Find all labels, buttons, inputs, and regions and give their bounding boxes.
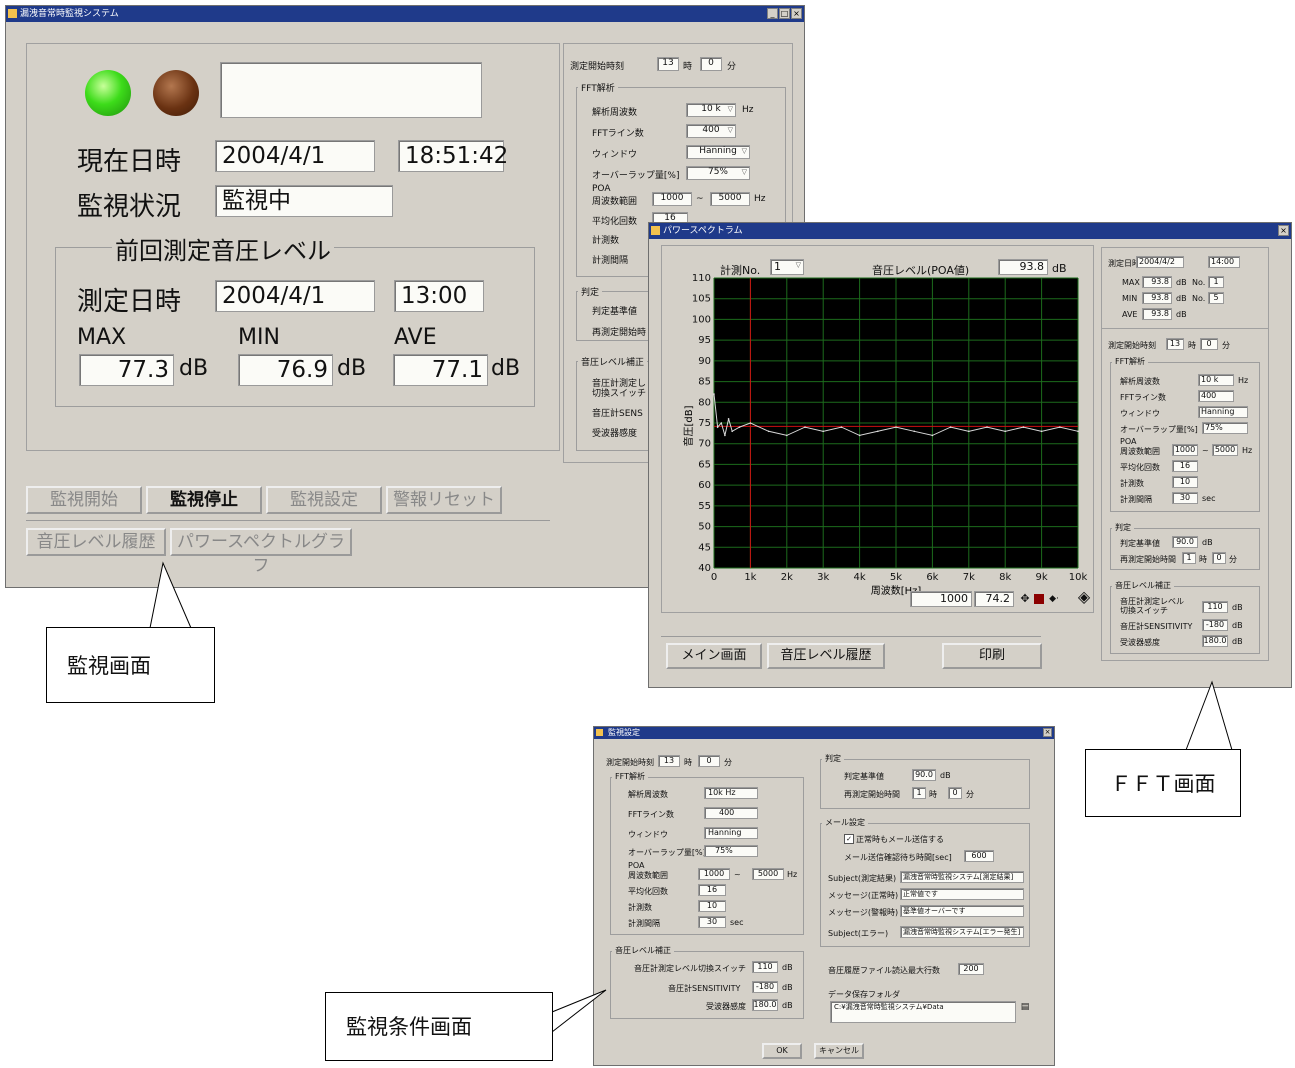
monitor-callout-pointer — [149, 561, 192, 629]
fft-callout-text: ＦＦＴ画面 — [1110, 772, 1216, 796]
monitor-callout-text: 監視画面 — [67, 654, 151, 678]
callout-pointers — [149, 561, 1233, 1033]
monitor-callout: 監視画面 — [46, 627, 215, 703]
fft-callout-pointer — [1185, 680, 1233, 751]
settings-callout-text: 監視条件画面 — [346, 1015, 472, 1039]
fft-callout: ＦＦＴ画面 — [1085, 749, 1241, 817]
settings-callout: 監視条件画面 — [325, 992, 553, 1061]
settings-callout-pointer — [551, 989, 607, 1033]
